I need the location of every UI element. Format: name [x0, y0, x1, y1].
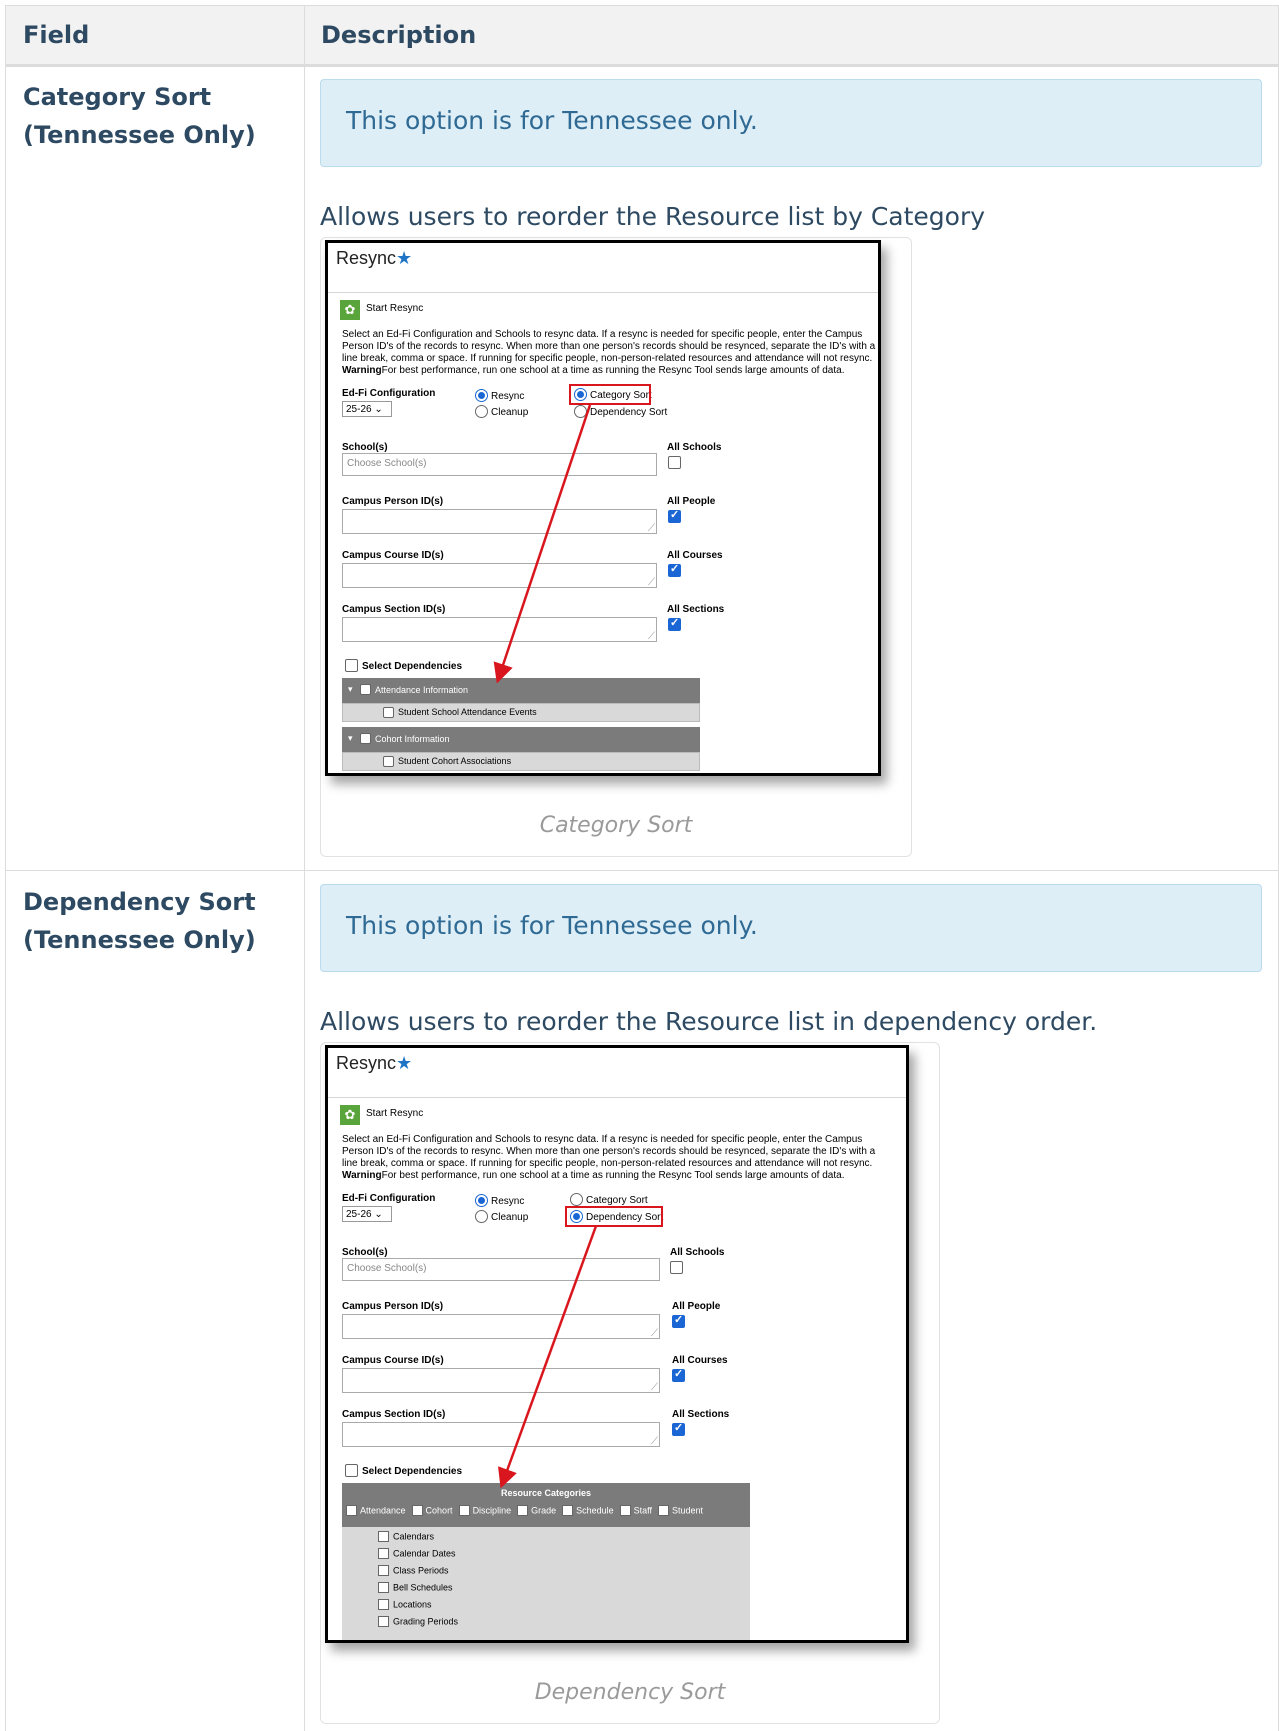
screenshot-resync: Resync ★ ✿ Start Resync Select an Ed-Fi …: [325, 240, 881, 776]
figure-dependency-sort: Resync ★ ✿ Start Resync Select an Ed-Fi …: [320, 1042, 940, 1724]
row-divider: [5, 870, 1279, 871]
red-arrow: [493, 404, 592, 684]
callout-text: This option is for Tennessee only.: [346, 911, 758, 940]
table-left-border: [5, 5, 6, 1731]
header-field: Field: [23, 21, 90, 49]
callout-text: This option is for Tennessee only.: [346, 106, 758, 135]
field-name-line2: (Tennessee Only): [23, 926, 256, 954]
figure-caption: Category Sort: [539, 813, 693, 838]
table-header-row: Field Description: [5, 5, 1279, 67]
info-callout: This option is for Tennessee only.: [320, 79, 1262, 167]
screenshot-resync: Resync ★ ✿ Start Resync Select an Ed-Fi …: [325, 1045, 909, 1643]
field-name-line2: (Tennessee Only): [23, 121, 256, 149]
red-arrow: [498, 1225, 598, 1489]
column-divider: [304, 5, 305, 1731]
field-category-sort: Category Sort (Tennessee Only): [23, 78, 293, 154]
figure-category-sort: Resync ★ ✿ Start Resync Select an Ed-Fi …: [320, 237, 912, 857]
field-dependency-sort: Dependency Sort (Tennessee Only): [23, 883, 293, 959]
field-name-line1: Dependency Sort: [23, 888, 256, 916]
header-description: Description: [321, 21, 477, 49]
field-name-line1: Category Sort: [23, 83, 212, 111]
field-description: Allows users to reorder the Resource lis…: [320, 202, 986, 231]
info-callout: This option is for Tennessee only.: [320, 884, 1262, 972]
field-description: Allows users to reorder the Resource lis…: [320, 1007, 1098, 1036]
figure-caption: Dependency Sort: [534, 1680, 726, 1705]
